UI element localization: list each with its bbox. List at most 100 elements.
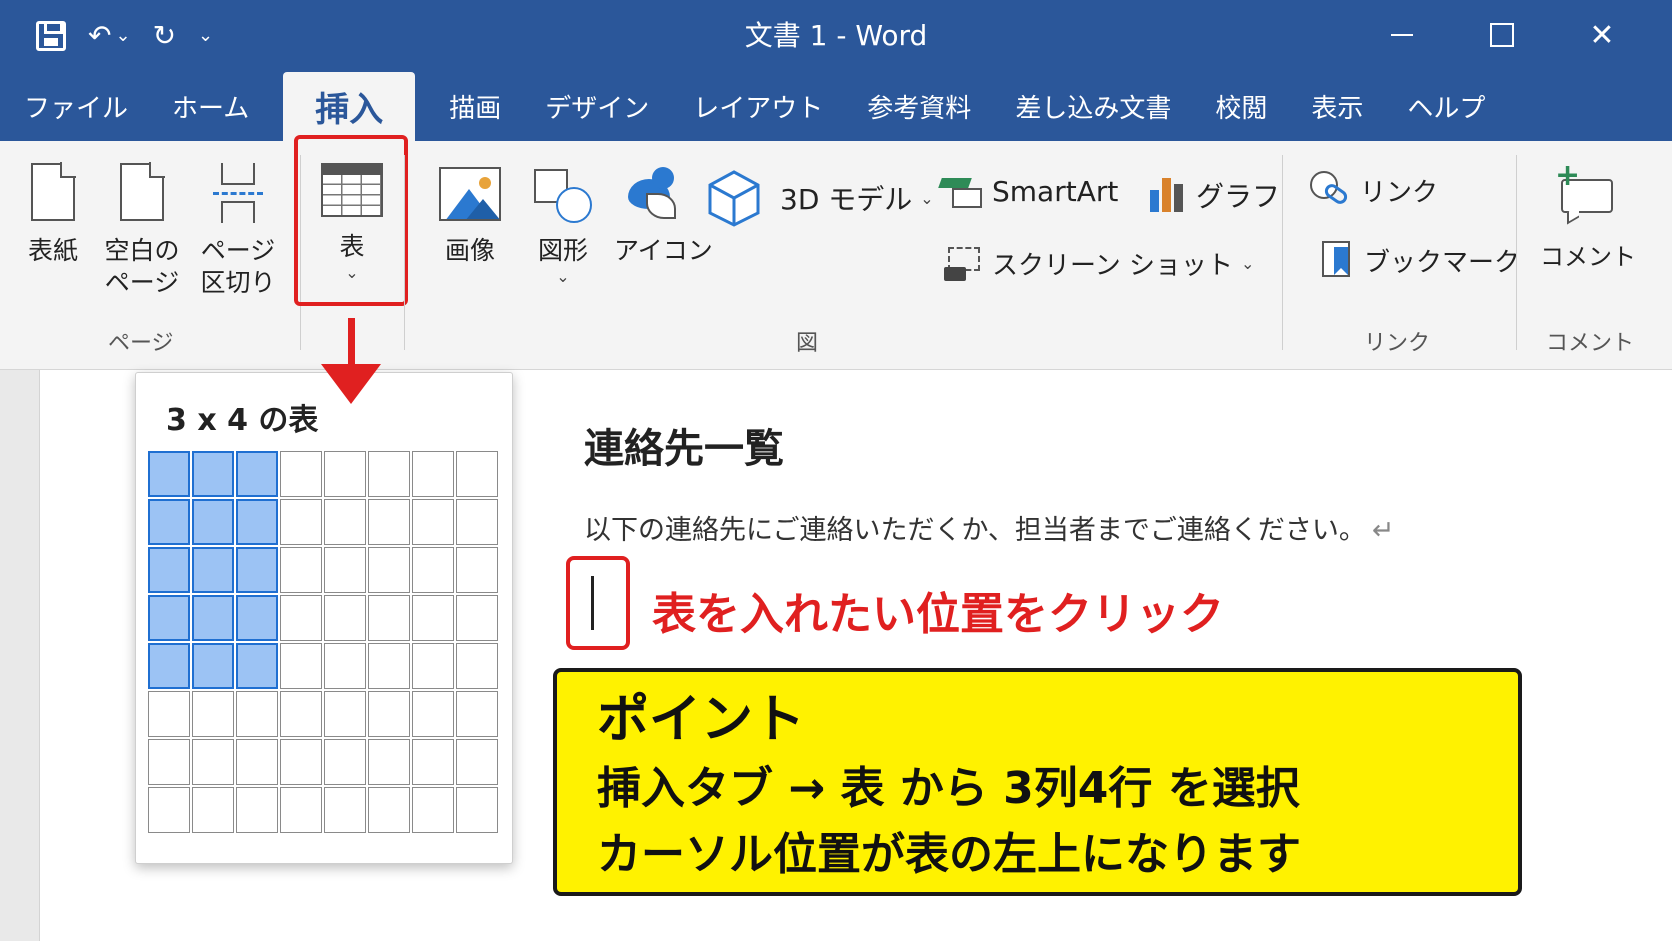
grid-cell[interactable] [148, 595, 190, 641]
arrow-down-icon [321, 364, 381, 404]
tab-view[interactable]: 表示 [1289, 72, 1385, 141]
grid-cell[interactable] [236, 643, 278, 689]
cover-page-button[interactable]: 表紙 [22, 162, 84, 267]
grid-cell[interactable] [148, 787, 190, 833]
grid-cell[interactable] [368, 595, 410, 641]
grid-cell[interactable] [456, 547, 498, 593]
shapes-button[interactable]: 図形 ⌄ [526, 167, 600, 286]
grid-cell[interactable] [456, 643, 498, 689]
grid-cell[interactable] [280, 739, 322, 785]
grid-cell[interactable] [236, 691, 278, 737]
grid-cell[interactable] [412, 499, 454, 545]
tab-review[interactable]: 校閲 [1193, 72, 1289, 141]
grid-cell[interactable] [280, 499, 322, 545]
grid-cell[interactable] [368, 739, 410, 785]
grid-cell[interactable] [192, 595, 234, 641]
grid-cell[interactable] [192, 787, 234, 833]
grid-cell[interactable] [148, 691, 190, 737]
grid-cell[interactable] [456, 451, 498, 497]
grid-cell[interactable] [236, 787, 278, 833]
grid-cell[interactable] [192, 451, 234, 497]
grid-cell[interactable] [412, 643, 454, 689]
minimize-button[interactable] [1352, 10, 1452, 60]
icons-button[interactable]: アイコン [614, 163, 713, 267]
grid-cell[interactable] [456, 691, 498, 737]
close-button[interactable]: ✕ [1552, 10, 1652, 60]
page-break-button[interactable]: ページ 区切り [198, 163, 278, 299]
chart-button[interactable]: グラフ [1150, 175, 1280, 215]
tab-help[interactable]: ヘルプ [1385, 72, 1507, 141]
grid-cell[interactable] [280, 643, 322, 689]
grid-cell[interactable] [324, 787, 366, 833]
grid-cell[interactable] [324, 691, 366, 737]
smartart-button[interactable]: SmartArt [938, 175, 1118, 208]
grid-cell[interactable] [236, 547, 278, 593]
table-size-grid[interactable] [148, 451, 498, 833]
shapes-icon [532, 167, 594, 225]
screenshot-chevron-icon: ⌄ [1240, 254, 1255, 273]
tab-design[interactable]: デザイン [523, 72, 671, 141]
tab-draw[interactable]: 描画 [427, 72, 523, 141]
grid-cell[interactable] [236, 499, 278, 545]
page-break-label-1: ページ [200, 236, 276, 265]
grid-cell[interactable] [456, 499, 498, 545]
tab-home[interactable]: ホーム [150, 72, 271, 141]
grid-cell[interactable] [236, 595, 278, 641]
link-button[interactable]: リンク [1310, 171, 1438, 209]
grid-cell[interactable] [280, 595, 322, 641]
grid-cell[interactable] [324, 451, 366, 497]
grid-cell[interactable] [368, 451, 410, 497]
grid-cell[interactable] [324, 595, 366, 641]
grid-cell[interactable] [192, 691, 234, 737]
grid-cell[interactable] [148, 451, 190, 497]
bookmark-button[interactable]: ブックマーク [1320, 241, 1520, 279]
screenshot-label: スクリーン ショット [992, 251, 1233, 281]
group-separator [404, 155, 405, 350]
grid-cell[interactable] [412, 739, 454, 785]
grid-cell[interactable] [280, 451, 322, 497]
grid-cell[interactable] [324, 547, 366, 593]
grid-cell[interactable] [148, 499, 190, 545]
grid-cell[interactable] [368, 691, 410, 737]
grid-cell[interactable] [324, 739, 366, 785]
grid-cell[interactable] [412, 451, 454, 497]
tab-insert[interactable]: 挿入 [283, 72, 416, 141]
grid-cell[interactable] [456, 739, 498, 785]
grid-cell[interactable] [192, 547, 234, 593]
grid-cell[interactable] [148, 547, 190, 593]
grid-cell[interactable] [412, 595, 454, 641]
grid-cell[interactable] [280, 547, 322, 593]
tab-file[interactable]: ファイル [0, 72, 150, 141]
grid-cell[interactable] [368, 499, 410, 545]
grid-cell[interactable] [148, 739, 190, 785]
3d-model-button[interactable]: 3D モデル ⌄ [706, 169, 934, 227]
tab-layout[interactable]: レイアウト [671, 72, 845, 141]
picture-button[interactable]: 画像 [432, 167, 508, 267]
grid-cell[interactable] [148, 643, 190, 689]
grid-cell[interactable] [192, 739, 234, 785]
grid-cell[interactable] [456, 595, 498, 641]
insert-ribbon: 表紙 空白の ページ ページ 区切り ページ 表 ⌄ 画像 図形 ⌄ アイコン … [0, 135, 1672, 370]
tab-references[interactable]: 参考資料 [845, 72, 993, 141]
grid-cell[interactable] [412, 547, 454, 593]
grid-cell[interactable] [192, 499, 234, 545]
blank-page-button[interactable]: 空白の ページ [102, 162, 182, 299]
tab-mailings[interactable]: 差し込み文書 [993, 72, 1193, 141]
grid-cell[interactable] [456, 787, 498, 833]
screenshot-icon [944, 246, 984, 281]
grid-cell[interactable] [368, 547, 410, 593]
screenshot-button[interactable]: スクリーン ショット ⌄ [944, 245, 1254, 282]
grid-cell[interactable] [192, 643, 234, 689]
grid-cell[interactable] [368, 787, 410, 833]
grid-cell[interactable] [324, 499, 366, 545]
grid-cell[interactable] [412, 691, 454, 737]
grid-cell[interactable] [368, 643, 410, 689]
grid-cell[interactable] [236, 451, 278, 497]
grid-cell[interactable] [324, 643, 366, 689]
maximize-button[interactable] [1452, 10, 1552, 60]
grid-cell[interactable] [236, 739, 278, 785]
grid-cell[interactable] [412, 787, 454, 833]
comment-button[interactable]: + コメント [1540, 161, 1636, 273]
grid-cell[interactable] [280, 691, 322, 737]
grid-cell[interactable] [280, 787, 322, 833]
